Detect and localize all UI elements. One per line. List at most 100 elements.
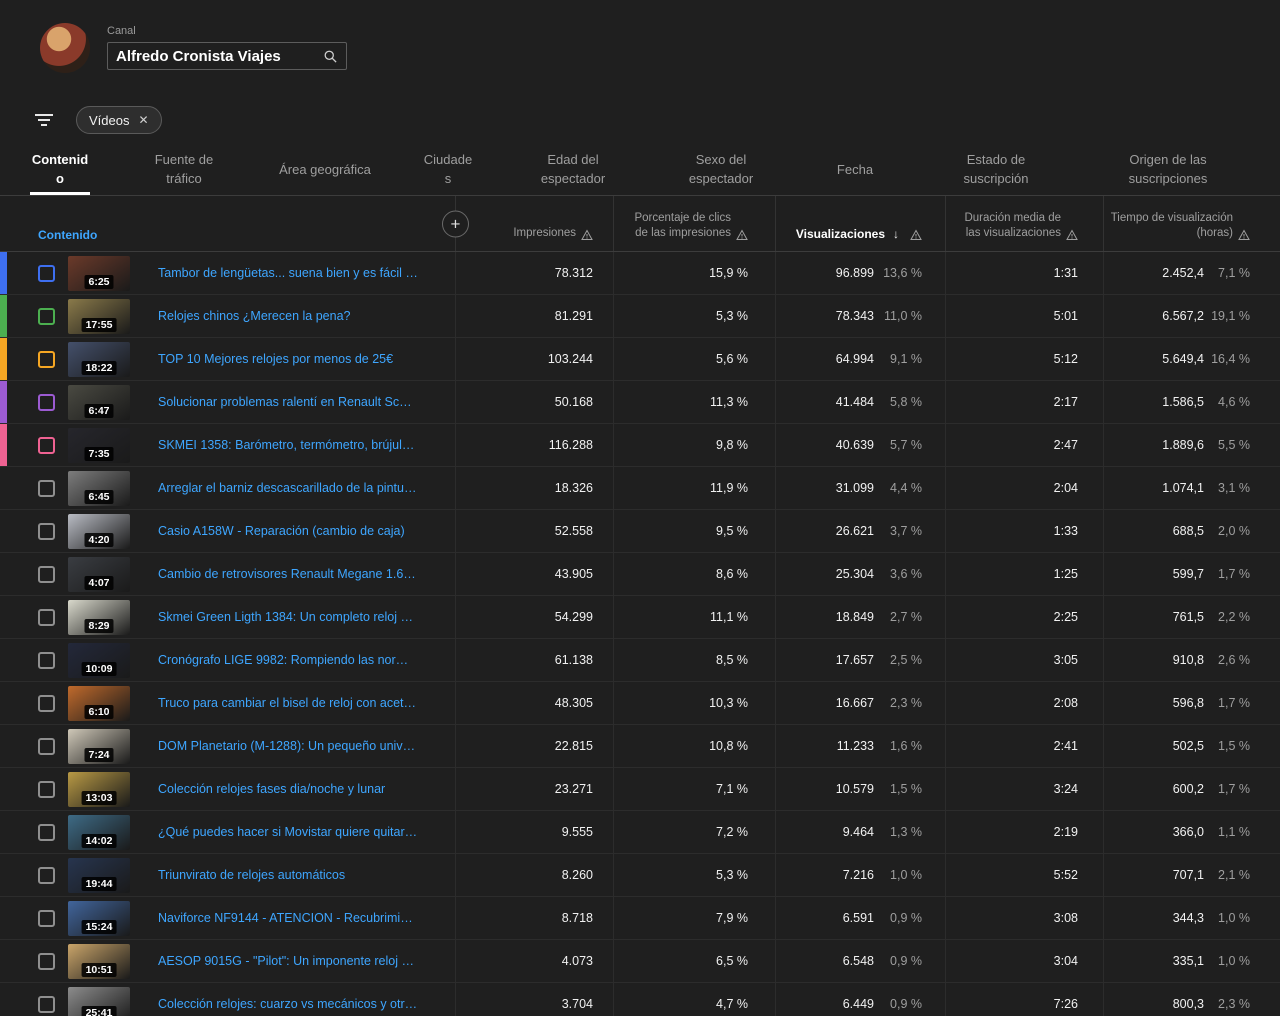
table-row[interactable]: 7:24 DOM Planetario (M-1288): Un pequeño… [0,725,1280,768]
table-row[interactable]: 14:02 ¿Qué puedes hacer si Movistar quie… [0,811,1280,854]
video-thumbnail[interactable]: 6:47 [68,385,130,420]
views-cell: 40.6395,7 % [775,424,945,466]
table-row[interactable]: 6:47 Solucionar problemas ralentí en Ren… [0,381,1280,424]
watch-hours-cell: 707,12,1 % [1103,854,1280,896]
video-title-link[interactable]: Casio A158W - Reparación (cambio de caja… [158,524,405,538]
tab-ciudades[interactable]: Ciudades [422,145,474,195]
table-row[interactable]: 8:29 Skmei Green Ligth 1384: Un completo… [0,596,1280,639]
video-thumbnail[interactable]: 7:24 [68,729,130,764]
video-thumbnail[interactable]: 6:25 [68,256,130,291]
video-thumbnail[interactable]: 15:24 [68,901,130,936]
table-row[interactable]: 10:51 AESOP 9015G - "Pilot": Un imponent… [0,940,1280,983]
video-thumbnail[interactable]: 13:03 [68,772,130,807]
chip-close-icon[interactable]: ✕ [138,113,148,127]
video-title-link[interactable]: DOM Planetario (M-1288): Un pequeño univ… [158,739,418,753]
row-checkbox[interactable] [38,394,55,411]
video-title-link[interactable]: ¿Qué puedes hacer si Movistar quiere qui… [158,825,418,839]
video-title-link[interactable]: Colección relojes fases dia/noche y luna… [158,782,385,796]
row-checkbox[interactable] [38,523,55,540]
ctr-column-header[interactable]: Porcentaje de clics de las impresiones [613,196,775,251]
tab-origen-de-las-suscripciones[interactable]: Origen de las suscripciones [1102,145,1234,195]
impressions-column-header[interactable]: Impresiones [455,196,613,251]
video-thumbnail[interactable]: 10:09 [68,643,130,678]
add-column-button[interactable]: + [442,210,469,237]
table-row[interactable]: 25:41 Colección relojes: cuarzo vs mecán… [0,983,1280,1016]
tab-edad-del-espectador[interactable]: Edad del espectador [524,145,622,195]
watch-time-column-header[interactable]: Tiempo de visualización (horas) [1103,196,1280,251]
video-title-link[interactable]: Cambio de retrovisores Renault Megane 1.… [158,567,418,581]
row-checkbox[interactable] [38,609,55,626]
row-checkbox[interactable] [38,910,55,927]
video-thumbnail[interactable]: 6:45 [68,471,130,506]
video-thumbnail[interactable]: 18:22 [68,342,130,377]
table-row[interactable]: 7:35 SKMEI 1358: Barómetro, termómetro, … [0,424,1280,467]
row-checkbox[interactable] [38,996,55,1013]
video-title-link[interactable]: Arreglar el barniz descascarillado de la… [158,481,418,495]
row-checkbox[interactable] [38,953,55,970]
ctr-cell: 8,6 % [613,553,775,595]
table-row[interactable]: 19:44 Triunvirato de relojes automáticos… [0,854,1280,897]
video-thumbnail[interactable]: 17:55 [68,299,130,334]
channel-search-box[interactable]: Alfredo Cronista Viajes [107,42,347,70]
row-checkbox[interactable] [38,824,55,841]
video-thumbnail[interactable]: 4:20 [68,514,130,549]
video-title-link[interactable]: Cronógrafo LIGE 9982: Rompiendo las norm… [158,653,418,667]
video-title-link[interactable]: Triunvirato de relojes automáticos [158,868,345,882]
row-checkbox[interactable] [38,480,55,497]
avg-view-duration-column-header[interactable]: Duración media de las visualizaciones [945,196,1103,251]
row-checkbox[interactable] [38,652,55,669]
table-row[interactable]: 17:55 Relojes chinos ¿Merecen la pena? 8… [0,295,1280,338]
video-title-link[interactable]: TOP 10 Mejores relojes por menos de 25€ [158,352,393,366]
videos-filter-chip[interactable]: Vídeos ✕ [76,106,162,134]
video-thumbnail[interactable]: 10:51 [68,944,130,979]
watch-hours-percent: 2,0 % [1204,524,1250,538]
table-row[interactable]: 18:22 TOP 10 Mejores relojes por menos d… [0,338,1280,381]
table-row[interactable]: 6:45 Arreglar el barniz descascarillado … [0,467,1280,510]
video-thumbnail[interactable]: 14:02 [68,815,130,850]
video-title-link[interactable]: Naviforce NF9144 - ATENCION - Recubrimie… [158,911,418,925]
filter-icon[interactable] [34,112,54,128]
video-title-link[interactable]: AESOP 9015G - "Pilot": Un imponente relo… [158,954,418,968]
video-thumbnail[interactable]: 25:41 [68,987,130,1016]
row-checkbox[interactable] [38,265,55,282]
table-row[interactable]: 6:10 Truco para cambiar el bisel de relo… [0,682,1280,725]
video-title-link[interactable]: Solucionar problemas ralentí en Renault … [158,395,418,409]
video-duration-badge: 8:29 [84,619,113,633]
video-duration-badge: 6:45 [84,490,113,504]
views-cell: 41.4845,8 % [775,381,945,423]
tab-fuente-de-trafico[interactable]: Fuente de tráfico [140,145,228,195]
video-thumbnail[interactable]: 19:44 [68,858,130,893]
row-checkbox[interactable] [38,308,55,325]
tab-fecha[interactable]: Fecha [820,145,890,195]
tab-area-geografica[interactable]: Área geográfica [278,145,372,195]
row-checkbox[interactable] [38,566,55,583]
ctr-cell: 8,5 % [613,639,775,681]
tab-sexo-del-espectador[interactable]: Sexo del espectador [672,145,770,195]
row-checkbox[interactable] [38,738,55,755]
row-checkbox[interactable] [38,867,55,884]
video-title-link[interactable]: Skmei Green Ligth 1384: Un completo relo… [158,610,418,624]
tab-contenido[interactable]: Contenido [30,145,90,195]
table-row[interactable]: 15:24 Naviforce NF9144 - ATENCION - Recu… [0,897,1280,940]
video-title-link[interactable]: Relojes chinos ¿Merecen la pena? [158,309,350,323]
video-title-link[interactable]: Tambor de lengüetas... suena bien y es f… [158,266,418,280]
table-row[interactable]: 10:09 Cronógrafo LIGE 9982: Rompiendo la… [0,639,1280,682]
table-row[interactable]: 4:07 Cambio de retrovisores Renault Mega… [0,553,1280,596]
row-checkbox[interactable] [38,437,55,454]
views-column-header[interactable]: Visualizaciones ↓ [775,196,945,251]
table-row[interactable]: 13:03 Colección relojes fases dia/noche … [0,768,1280,811]
table-row[interactable]: 4:20 Casio A158W - Reparación (cambio de… [0,510,1280,553]
video-thumbnail[interactable]: 7:35 [68,428,130,463]
row-checkbox[interactable] [38,781,55,798]
video-thumbnail[interactable]: 6:10 [68,686,130,721]
table-row[interactable]: 6:25 Tambor de lengüetas... suena bien y… [0,252,1280,295]
video-title-link[interactable]: SKMEI 1358: Barómetro, termómetro, brúju… [158,438,418,452]
channel-avatar[interactable] [40,23,90,73]
video-title-link[interactable]: Truco para cambiar el bisel de reloj con… [158,696,418,710]
row-checkbox[interactable] [38,695,55,712]
tab-estado-de-suscripcion[interactable]: Estado de suscripción [940,145,1052,195]
row-checkbox[interactable] [38,351,55,368]
video-title-link[interactable]: Colección relojes: cuarzo vs mecánicos y… [158,997,418,1011]
video-thumbnail[interactable]: 8:29 [68,600,130,635]
video-thumbnail[interactable]: 4:07 [68,557,130,592]
